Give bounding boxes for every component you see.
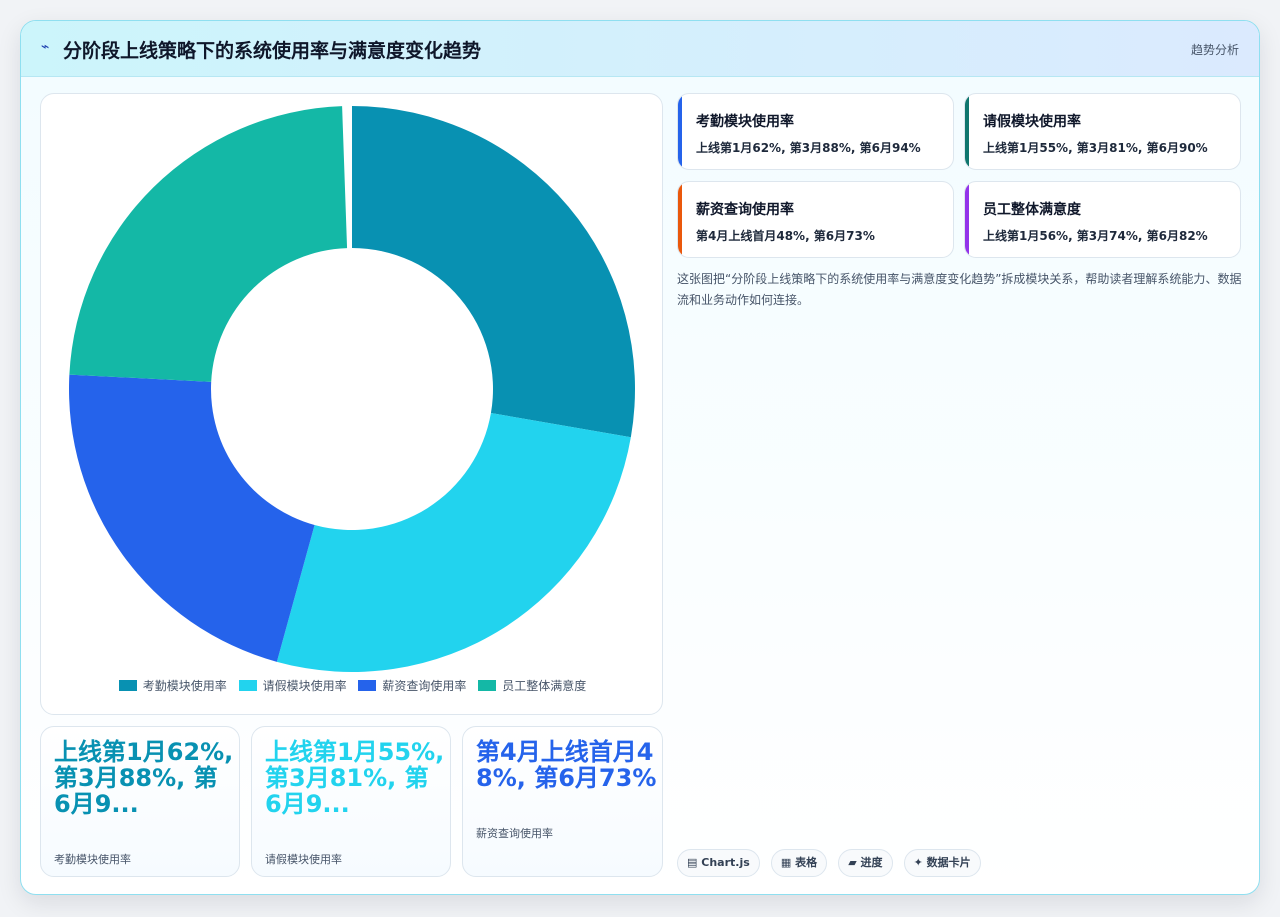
stat-value: 上线第1月55%, 第3月81%, 第6月9... <box>265 738 445 818</box>
info-card-title: 员工整体满意度 <box>983 202 1081 218</box>
stat-label: 考勤模块使用率 <box>54 853 131 866</box>
progress-icon: ▰ <box>848 856 857 869</box>
info-card-title: 考勤模块使用率 <box>696 114 794 130</box>
sparkle-icon: ✦ <box>913 856 923 869</box>
stat-card-leave: 上线第1月55%, 第3月81%, 第6月9... 请假模块使用率 <box>251 726 451 877</box>
slice-salary[interactable] <box>68 374 315 662</box>
tag-label: Chart.js <box>701 856 750 869</box>
stat-value: 上线第1月62%, 第3月88%, 第6月9... <box>54 738 234 818</box>
legend-label: 员工整体满意度 <box>502 679 587 693</box>
legend-item-salary[interactable]: 薪资查询使用率 <box>358 677 466 694</box>
legend-label: 请假模块使用率 <box>262 679 347 693</box>
info-card-desc: 第4月上线首月48%, 第6月73% <box>696 229 875 243</box>
legend-label: 薪资查询使用率 <box>382 679 467 693</box>
legend-swatch <box>478 680 497 691</box>
stat-value: 第4月上线首月48%, 第6月73% <box>476 738 657 792</box>
tag-chartjs[interactable]: ▤ Chart.js <box>677 849 760 877</box>
slice-satisfaction[interactable] <box>69 106 348 382</box>
trend-icon: ⌁ <box>41 39 50 55</box>
tag-label: 进度 <box>860 856 883 869</box>
legend-swatch <box>118 680 137 691</box>
stat-card-attendance: 上线第1月62%, 第3月88%, 第6月9... 考勤模块使用率 <box>40 726 240 877</box>
info-card-desc: 上线第1月55%, 第3月81%, 第6月90% <box>983 141 1208 155</box>
accent-bar <box>965 94 969 169</box>
legend-item-leave[interactable]: 请假模块使用率 <box>238 677 347 694</box>
chart-caption: 这张图把“分阶段上线策略下的系统使用率与满意度变化趋势”拆成模块关系，帮助读者理… <box>677 272 1242 307</box>
tag-list: ▤ Chart.js ▦ 表格 ▰ 进度 ✦ 数据卡片 <box>677 849 987 877</box>
info-card-title: 请假模块使用率 <box>983 114 1081 130</box>
tag-data-cards[interactable]: ✦ 数据卡片 <box>903 849 981 877</box>
info-card-desc: 上线第1月56%, 第3月74%, 第6月82% <box>983 229 1208 243</box>
tag-table[interactable]: ▦ 表格 <box>770 849 828 877</box>
info-card-attendance: 考勤模块使用率 上线第1月62%, 第3月88%, 第6月94% <box>677 93 954 170</box>
tag-progress[interactable]: ▰ 进度 <box>838 849 893 877</box>
info-card-title: 薪资查询使用率 <box>696 202 794 218</box>
tag-label: 数据卡片 <box>926 856 971 869</box>
info-card-satisfaction: 员工整体满意度 上线第1月56%, 第3月74%, 第6月82% <box>964 181 1241 258</box>
accent-bar <box>678 182 682 257</box>
slice-attendance[interactable] <box>352 106 636 438</box>
stat-card-salary: 第4月上线首月48%, 第6月73% 薪资查询使用率 <box>462 726 663 877</box>
trend-analysis-link[interactable]: 趋势分析 <box>1191 41 1239 58</box>
info-card-desc: 上线第1月62%, 第3月88%, 第6月94% <box>696 141 921 155</box>
doughnut-chart <box>68 106 636 672</box>
legend-swatch <box>358 680 377 691</box>
page-title: 分阶段上线策略下的系统使用率与满意度变化趋势 <box>63 40 482 62</box>
chart-legend: 考勤模块使用率 请假模块使用率 薪资查询使用率 员工整体满意度 <box>41 677 664 694</box>
panel-header: ⌁ 分阶段上线策略下的系统使用率与满意度变化趋势 趋势分析 <box>21 21 1259 77</box>
doughnut-chart-card: 考勤模块使用率 请假模块使用率 薪资查询使用率 员工整体满意度 <box>40 93 663 715</box>
slice-leave[interactable] <box>276 413 631 672</box>
table-icon: ▦ <box>780 856 792 869</box>
info-card-salary: 薪资查询使用率 第4月上线首月48%, 第6月73% <box>677 181 954 258</box>
chart-icon: ▤ <box>687 856 698 869</box>
accent-bar <box>678 94 682 169</box>
info-card-leave: 请假模块使用率 上线第1月55%, 第3月81%, 第6月90% <box>964 93 1241 170</box>
tag-label: 表格 <box>795 856 818 869</box>
legend-label: 考勤模块使用率 <box>142 679 227 693</box>
legend-swatch <box>238 680 257 691</box>
stat-label: 请假模块使用率 <box>265 853 342 866</box>
legend-item-satisfaction[interactable]: 员工整体满意度 <box>478 677 586 694</box>
accent-bar <box>965 182 969 257</box>
dashboard-panel: ⌁ 分阶段上线策略下的系统使用率与满意度变化趋势 趋势分析 考勤模块使用率 请假… <box>20 20 1260 895</box>
stat-label: 薪资查询使用率 <box>476 827 553 840</box>
legend-item-attendance[interactable]: 考勤模块使用率 <box>118 677 227 694</box>
